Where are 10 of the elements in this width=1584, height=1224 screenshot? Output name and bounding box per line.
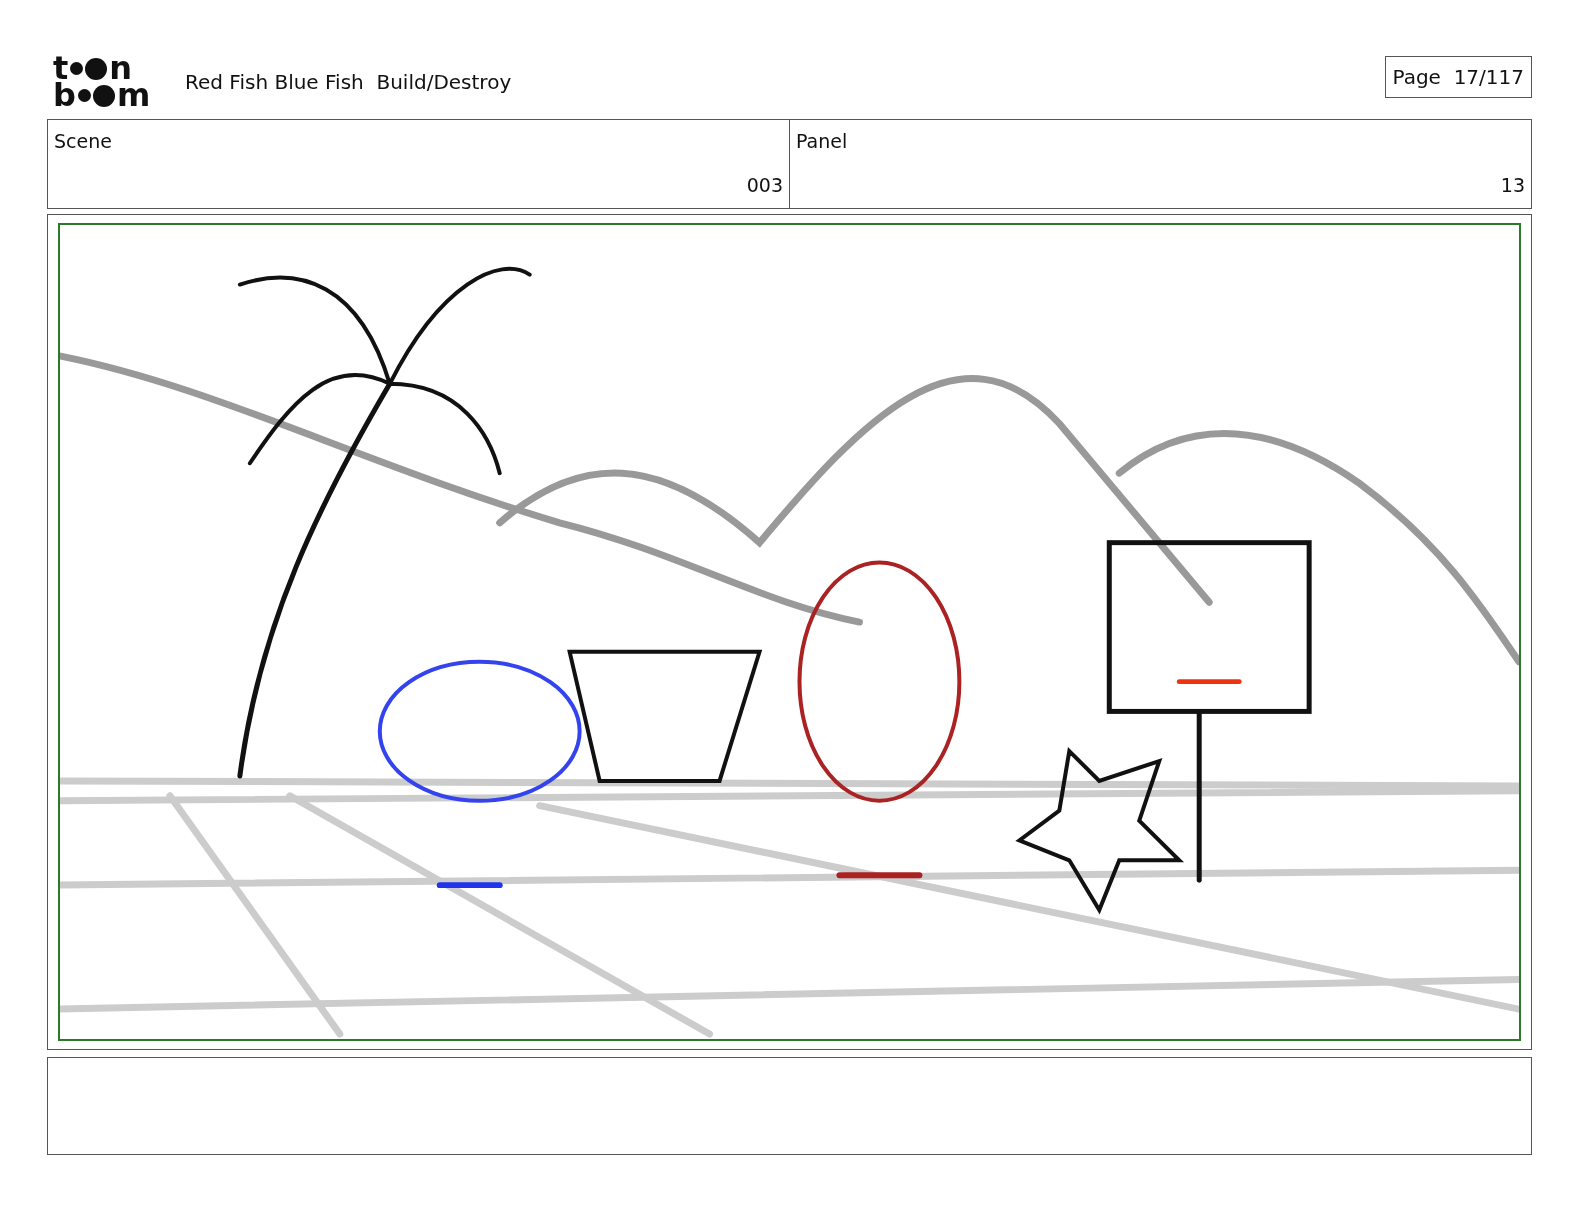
page-number: Page 17/117 [1384, 56, 1532, 98]
logo-letter: n [109, 55, 133, 82]
logo-letter: m [116, 82, 151, 109]
logo-letter: b [53, 82, 76, 109]
project-title: Red Fish Blue Fish Build/Destroy [185, 70, 513, 94]
scene-label: Scene [54, 130, 112, 152]
logo-letter: t [53, 55, 69, 82]
panel-label: Panel [796, 130, 848, 152]
scene-number: 003 [746, 174, 783, 196]
panel-number: 13 [1500, 174, 1525, 196]
